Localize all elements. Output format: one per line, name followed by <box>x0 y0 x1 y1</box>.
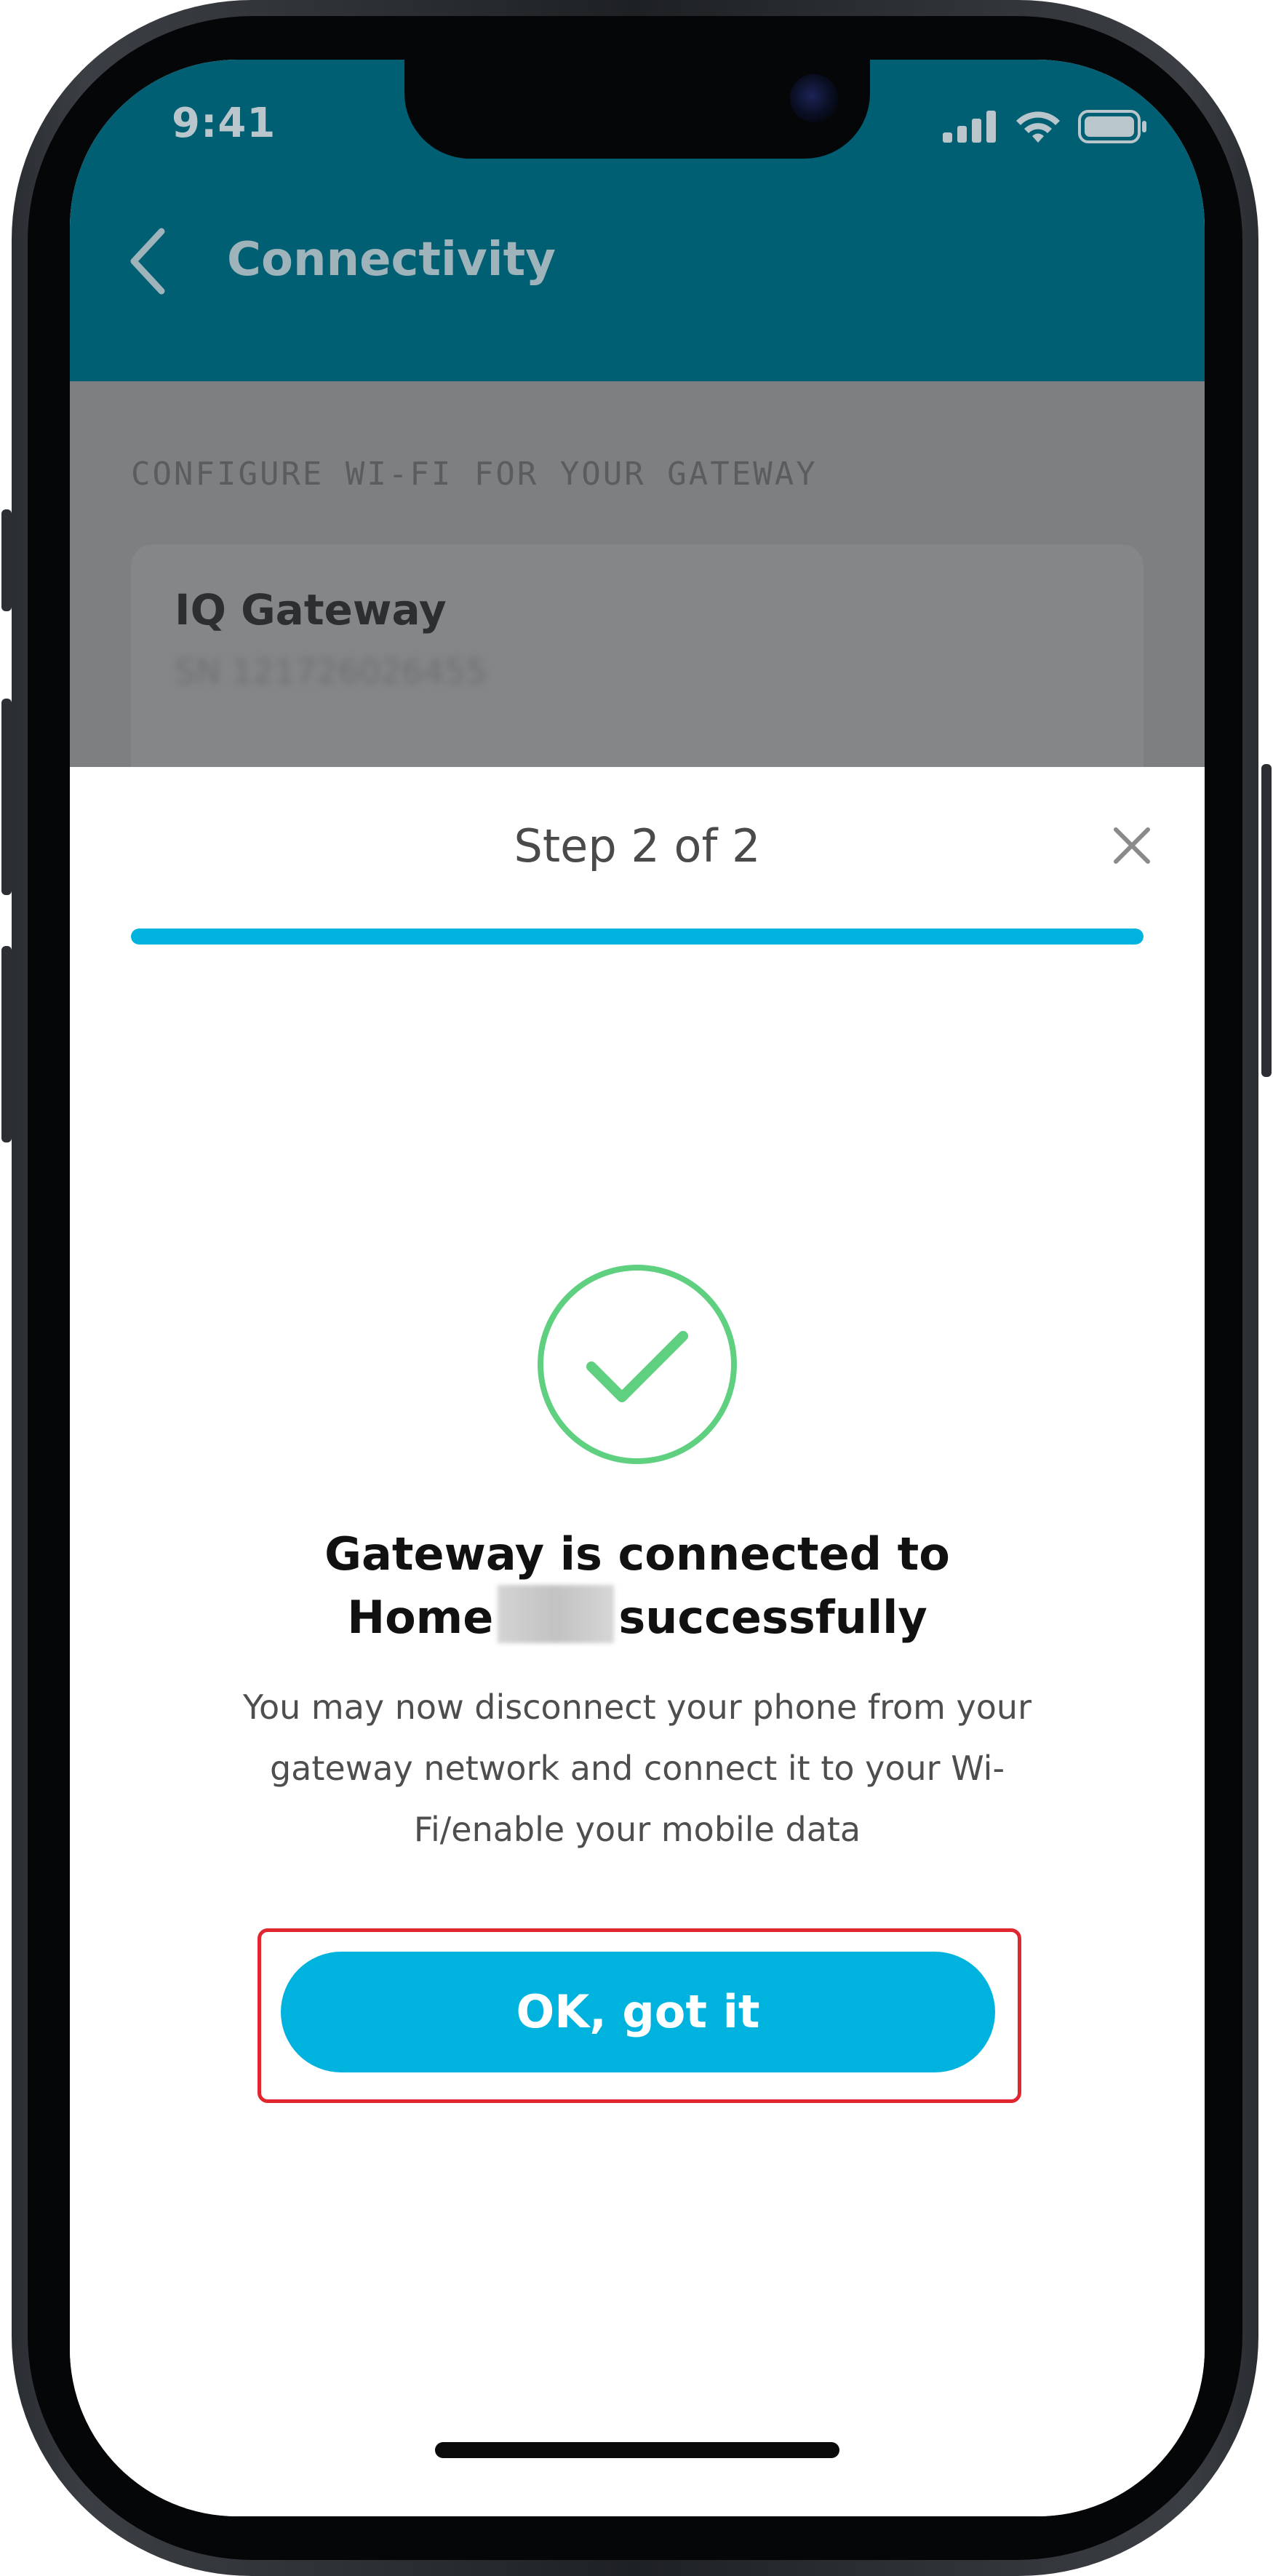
step-label: Step 2 of 2 <box>514 819 761 872</box>
front-camera <box>790 74 838 122</box>
success-title: Gateway is connected to Home successfully <box>70 1524 1205 1648</box>
status-time: 9:41 <box>172 100 276 147</box>
power-button <box>1261 764 1272 1077</box>
network-name-prefix: Home <box>347 1591 494 1644</box>
success-description: You may now disconnect your phone from y… <box>243 1687 1031 1849</box>
wifi-icon <box>1016 111 1060 143</box>
chevron-left-icon <box>130 228 165 295</box>
progress-fill <box>131 929 1144 945</box>
dynamic-island-notch <box>404 60 870 159</box>
page-title: Connectivity <box>227 233 556 287</box>
status-icons <box>943 109 1148 144</box>
back-button[interactable] <box>116 221 182 301</box>
progress-bar <box>131 929 1144 945</box>
gateway-serial: SN 121726026455 <box>175 652 487 691</box>
success-title-line1: Gateway is connected to <box>324 1527 950 1581</box>
device-frame: 9:41 Connectivity CONFIGURE WI-FI FOR YO… <box>0 0 1273 2576</box>
close-icon <box>1114 827 1150 864</box>
volume-down-button <box>1 946 12 1142</box>
close-button[interactable] <box>1103 816 1161 875</box>
silent-switch <box>1 509 12 611</box>
bottom-sheet: Step 2 of 2 Gateway is connected to Home… <box>70 767 1205 2516</box>
success-title-line2: Home successfully <box>70 1585 1205 1648</box>
dimmed-background: CONFIGURE WI-FI FOR YOUR GATEWAY IQ Gate… <box>70 381 1205 821</box>
ok-got-it-button[interactable]: OK, got it <box>281 1952 995 2072</box>
signal-icon <box>943 111 996 143</box>
home-indicator[interactable] <box>435 2442 839 2458</box>
success-word: successfully <box>618 1591 927 1644</box>
redacted-network-name <box>498 1585 615 1643</box>
phone-screen: 9:41 Connectivity CONFIGURE WI-FI FOR YO… <box>70 60 1205 2516</box>
battery-icon <box>1078 110 1146 143</box>
check-circle-icon <box>538 1265 737 1464</box>
section-label: CONFIGURE WI-FI FOR YOUR GATEWAY <box>131 456 818 493</box>
gateway-name: IQ Gateway <box>175 585 447 635</box>
volume-up-button <box>1 699 12 895</box>
